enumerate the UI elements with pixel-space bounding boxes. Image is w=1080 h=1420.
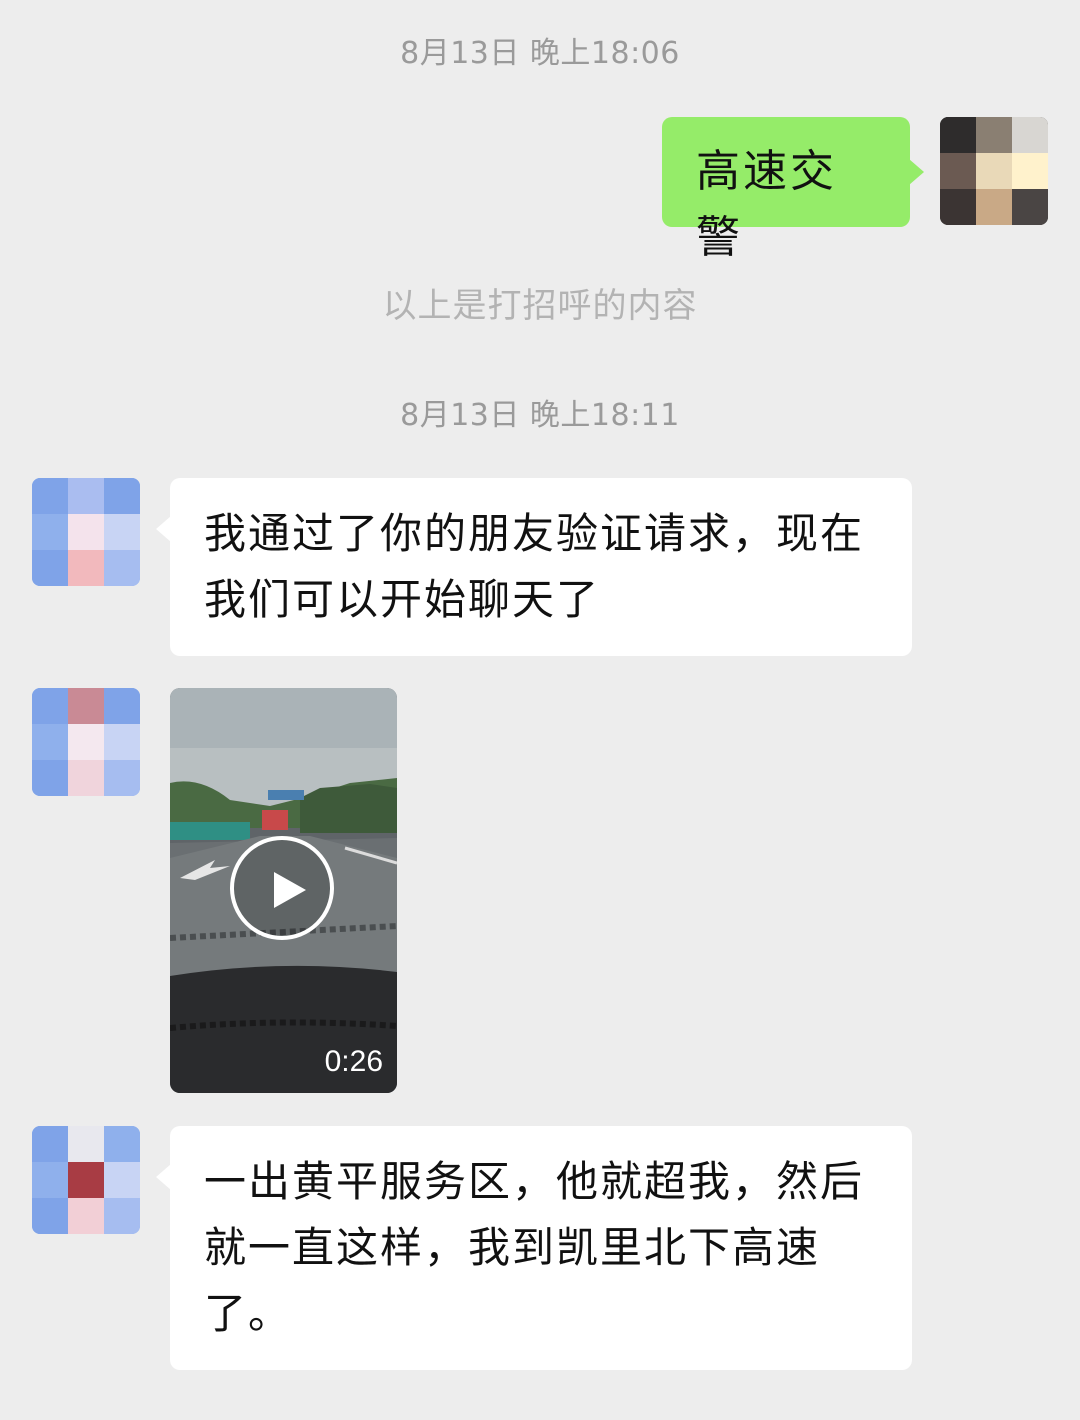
incoming-message-bubble[interactable]: 一出黄平服务区，他就超我，然后 就一直这样，我到凯里北下高速 了。 xyxy=(156,1126,912,1370)
outgoing-message-bubble[interactable]: 高速交警 xyxy=(662,117,924,263)
video-message[interactable]: 0:26 xyxy=(170,688,397,1093)
incoming-message-bubble[interactable]: 我通过了你的朋友验证请求，现在 我们可以开始聊天了 xyxy=(156,478,912,656)
contact-avatar[interactable] xyxy=(32,478,140,586)
self-avatar[interactable] xyxy=(940,117,1048,225)
contact-avatar[interactable] xyxy=(32,688,140,796)
chat-view: 8月13日 晚上18:06 高速交警 以上是打招呼的内容 8月13日 晚上18:… xyxy=(0,0,1080,1420)
contact-avatar[interactable] xyxy=(32,1126,140,1234)
message-text: 一出黄平服务区，他就超我，然后 就一直这样，我到凯里北下高速 了。 xyxy=(204,1157,865,1338)
timestamp: 8月13日 晚上18:06 xyxy=(400,36,680,71)
bubble-tail xyxy=(156,516,171,542)
bubble-tail xyxy=(156,1164,171,1190)
play-triangle xyxy=(274,872,306,908)
message-text: 高速交警 xyxy=(696,146,837,263)
play-icon[interactable] xyxy=(230,836,334,940)
system-note: 以上是打招呼的内容 xyxy=(382,286,698,326)
timestamp: 8月13日 晚上18:11 xyxy=(400,398,680,433)
message-text: 我通过了你的朋友验证请求，现在 我们可以开始聊天了 xyxy=(204,509,865,624)
bubble-tail xyxy=(909,159,924,185)
video-duration: 0:26 xyxy=(324,1045,383,1078)
